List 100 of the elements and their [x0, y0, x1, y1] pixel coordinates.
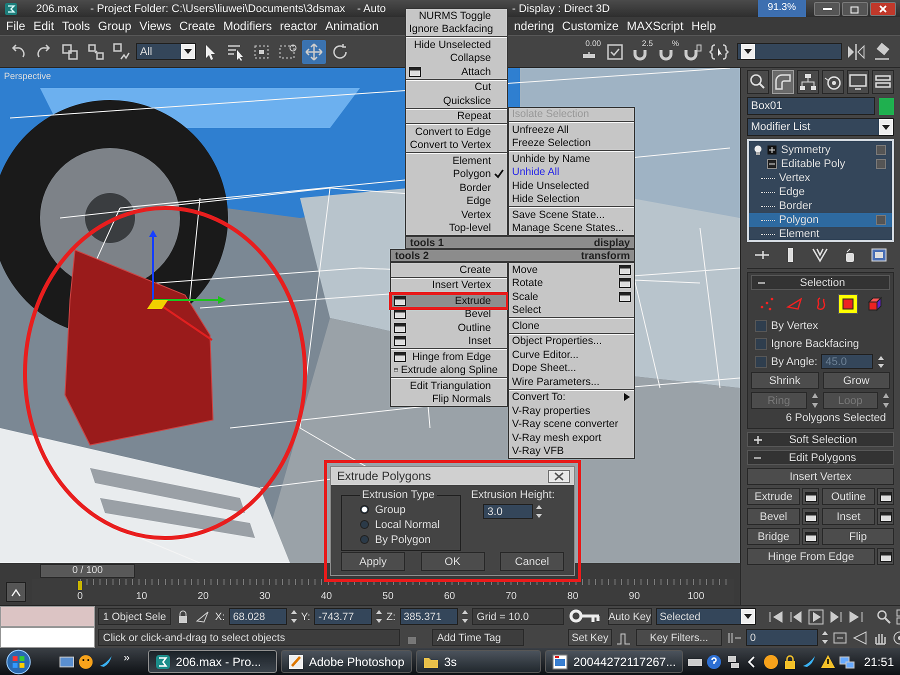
modify-tab[interactable] — [772, 70, 794, 94]
spinner-icon[interactable] — [290, 609, 297, 624]
menu-item[interactable]: Edit Triangulation — [391, 379, 507, 392]
play-icon[interactable] — [808, 608, 824, 624]
show-desktop-icon[interactable] — [58, 654, 74, 670]
rollout-header[interactable]: Soft Selection — [747, 432, 894, 447]
spinner-icon[interactable] — [536, 504, 542, 519]
edit-polygons-button[interactable]: Inset — [822, 508, 875, 525]
menu-item[interactable]: Repeat — [406, 110, 507, 123]
menu-item[interactable]: Hide Selection — [509, 192, 634, 206]
options-box-icon[interactable] — [394, 296, 406, 306]
menu-item[interactable]: Manage Scene States... — [509, 222, 634, 235]
quick-launch-overflow[interactable]: » — [124, 652, 130, 664]
menu-item[interactable]: Unhide by Name — [509, 152, 634, 166]
radio-button[interactable] — [360, 520, 369, 529]
edit-polygons-button[interactable]: Outline — [822, 488, 875, 505]
coordinate-field[interactable]: 385.371 — [400, 608, 458, 625]
go-to-end-icon[interactable] — [848, 608, 864, 624]
time-slider-handle[interactable]: 0 / 100 — [40, 564, 135, 578]
move-icon[interactable] — [302, 40, 326, 64]
menu-item[interactable]: Convert To: — [509, 390, 634, 404]
menu-item[interactable]: Collapse — [406, 52, 507, 65]
options-box-icon[interactable] — [394, 322, 406, 333]
menu-item[interactable]: Element — [406, 154, 507, 168]
edit-polygons-button[interactable]: Hinge From Edge — [747, 548, 875, 565]
menu-item[interactable]: reactor — [276, 19, 322, 33]
settings-button[interactable] — [802, 508, 819, 525]
options-box-icon[interactable] — [619, 292, 631, 302]
time-config-icon[interactable] — [832, 630, 848, 646]
options-box-icon[interactable] — [394, 336, 406, 346]
checkbox[interactable] — [755, 338, 767, 350]
taskbar-button[interactable]: 206.max - Pro... — [148, 650, 277, 673]
menu-item[interactable]: Create — [175, 19, 220, 33]
selection-button[interactable]: Shrink — [751, 372, 818, 389]
sub-object-item[interactable]: Polygon — [749, 213, 892, 227]
sub-object-item[interactable]: Element — [749, 227, 892, 241]
menu-item[interactable]: Modifiers — [219, 19, 276, 33]
menu-item[interactable]: Clone — [509, 319, 634, 332]
menu-item[interactable]: Border — [406, 181, 507, 194]
bird-icon[interactable] — [98, 654, 114, 670]
dialog-button[interactable]: Cancel — [500, 552, 564, 571]
spinner-icon[interactable] — [810, 392, 818, 409]
options-box-icon[interactable] — [619, 278, 631, 288]
dialog-button[interactable]: Apply — [341, 552, 405, 571]
checkbox[interactable] — [755, 320, 767, 332]
extrusion-height-field[interactable]: 3.0 — [483, 504, 534, 519]
sub-object-item[interactable]: Edge — [749, 185, 892, 199]
submenu-arrow-icon[interactable] — [623, 392, 631, 402]
menu-item[interactable]: Outline — [391, 321, 507, 334]
menu-item[interactable]: V-Ray scene converter — [509, 418, 634, 431]
menu-item[interactable]: Customize — [558, 19, 623, 33]
configure-sets-icon[interactable] — [870, 246, 888, 262]
monitor-tab[interactable] — [847, 70, 869, 94]
menu-item[interactable]: Scale — [509, 290, 634, 304]
close-button[interactable] — [548, 470, 570, 482]
taskbar-button[interactable]: Adobe Photoshop — [280, 650, 412, 673]
object-color-swatch[interactable] — [879, 98, 894, 114]
rollout-header[interactable]: Edit Polygons — [747, 450, 894, 465]
rollout-header[interactable]: Selection — [751, 275, 890, 290]
selection-filter-dropdown[interactable]: All — [136, 43, 196, 60]
minimize-button[interactable] — [814, 2, 840, 16]
sub-object-item[interactable]: Border — [749, 199, 892, 213]
previous-frame-icon[interactable] — [788, 608, 804, 624]
spinner-icon[interactable] — [877, 354, 886, 368]
menu-item[interactable]: Tools — [58, 19, 94, 33]
transform-mode-icon[interactable] — [195, 608, 212, 624]
set-key-button[interactable]: Set Key — [568, 629, 612, 646]
key-mode-dropdown[interactable]: Selected — [656, 608, 756, 625]
settings-button[interactable] — [877, 508, 894, 525]
make-unique-icon[interactable] — [811, 246, 830, 262]
options-box-icon[interactable] — [409, 66, 421, 77]
named-selection-dropdown[interactable] — [737, 43, 842, 60]
menu-item[interactable]: ndering — [510, 19, 558, 33]
settings-button[interactable] — [877, 488, 894, 505]
add-time-tag[interactable]: Add Time Tag — [432, 629, 524, 646]
options-box-icon[interactable] — [619, 264, 631, 275]
edit-polygons-button[interactable]: Insert Vertex — [747, 468, 894, 485]
menu-item[interactable]: Curve Editor... — [509, 348, 634, 362]
menu-item[interactable]: Hide Unselected — [406, 38, 507, 52]
menu-item[interactable]: Attach — [406, 65, 507, 78]
network-icon[interactable] — [838, 654, 855, 670]
warning-icon[interactable] — [820, 654, 836, 670]
menu-item[interactable]: V-Ray VFB — [509, 444, 634, 458]
menu-item[interactable]: Ignore Backfacing — [406, 22, 507, 36]
auto-key-button[interactable]: Auto Key — [608, 608, 652, 625]
radio-button[interactable] — [360, 505, 369, 514]
menu-item[interactable]: Edge — [406, 194, 507, 208]
menu-item[interactable]: File — [2, 19, 30, 33]
settings-button[interactable] — [802, 488, 819, 505]
menu-item[interactable]: Rotate — [509, 276, 634, 290]
menu-item[interactable]: Inset — [391, 334, 507, 348]
menu-item[interactable]: Quickslice — [406, 94, 507, 108]
menu-item[interactable]: Save Scene State... — [509, 208, 634, 222]
go-to-start-icon[interactable] — [768, 608, 784, 624]
taskbar-button[interactable]: 20044272117267... — [545, 650, 683, 673]
menu-item[interactable]: Wire Parameters... — [509, 375, 634, 388]
settings-button[interactable] — [877, 548, 894, 565]
menu-item[interactable]: Insert Vertex — [391, 278, 507, 292]
hierarchy-tab[interactable] — [797, 70, 819, 94]
menu-item[interactable]: Convert to Edge — [406, 125, 507, 138]
